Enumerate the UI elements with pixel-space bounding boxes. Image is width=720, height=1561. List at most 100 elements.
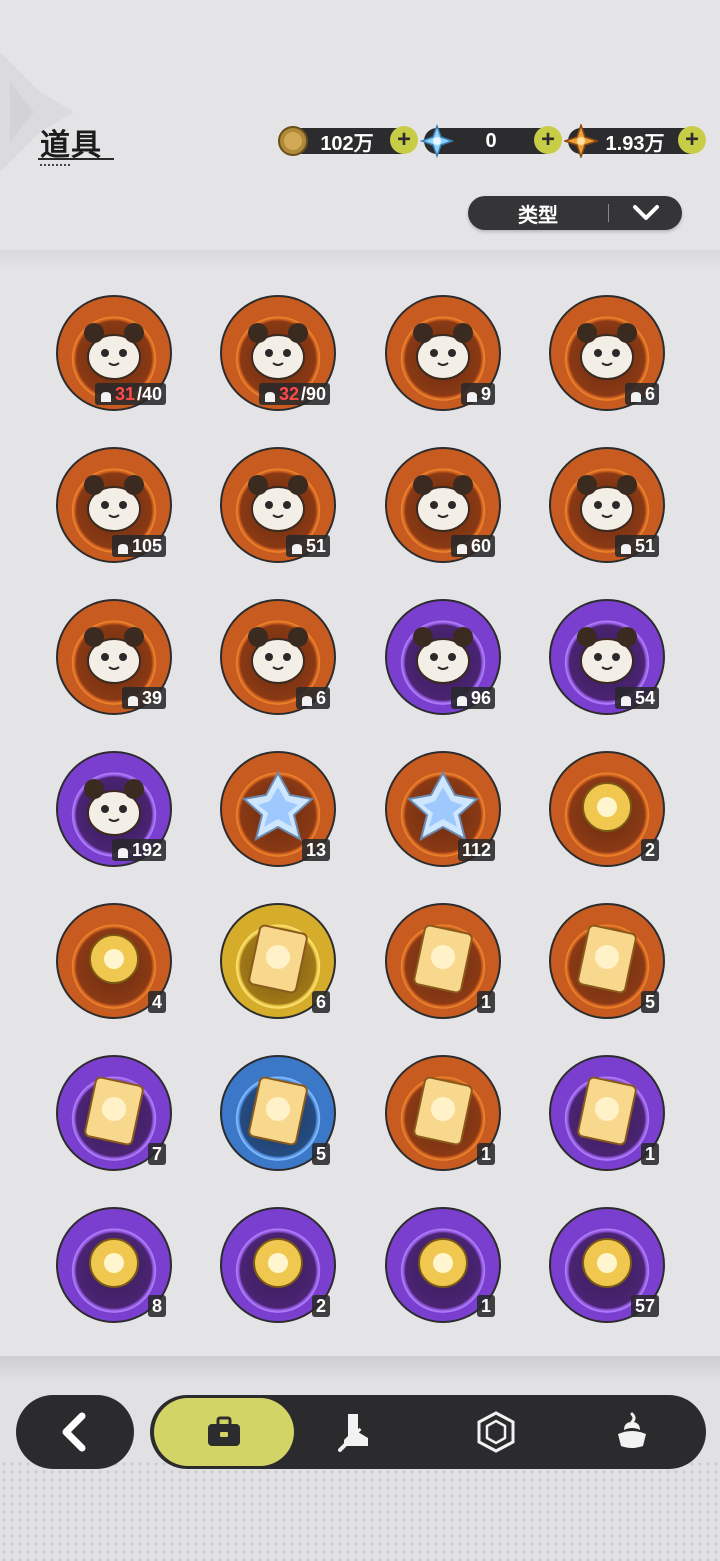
item-slot[interactable]: 5 bbox=[549, 903, 665, 1019]
item-count: 1 bbox=[640, 1143, 659, 1165]
scroll-icon bbox=[405, 1225, 481, 1301]
item-count-value: 6 bbox=[315, 992, 326, 1012]
fragment-icon bbox=[116, 843, 130, 858]
item-slot[interactable]: 8 bbox=[56, 1207, 172, 1323]
item-count-value: 60 bbox=[470, 536, 491, 556]
item-slot[interactable]: 1 bbox=[385, 1207, 501, 1323]
tab-bag[interactable] bbox=[154, 1398, 294, 1466]
item-slot[interactable]: 57 bbox=[549, 1207, 665, 1323]
item-slot[interactable]: 60 bbox=[385, 447, 501, 563]
fragment-icon bbox=[455, 691, 469, 706]
item-count-value: 4 bbox=[151, 992, 162, 1012]
orange-card-icon bbox=[569, 921, 645, 997]
mystery-plush-gold-icon bbox=[240, 313, 316, 389]
item-slot[interactable]: 2 bbox=[549, 751, 665, 867]
item-count-need: /90 bbox=[300, 384, 326, 404]
item-count: 5 bbox=[640, 991, 659, 1013]
item-slot[interactable]: 96 bbox=[385, 599, 501, 715]
brown-bear-plush-icon bbox=[76, 465, 152, 541]
gold-paw-charm-icon bbox=[76, 921, 152, 997]
golden-card-icon bbox=[240, 921, 316, 997]
fragment-icon bbox=[465, 387, 479, 402]
item-count: 39 bbox=[121, 687, 166, 709]
item-count: 6 bbox=[295, 687, 330, 709]
fragment-icon bbox=[300, 691, 314, 706]
item-slot[interactable]: 1 bbox=[385, 1055, 501, 1171]
fragment-icon bbox=[619, 539, 633, 554]
white-bunny-plush-icon bbox=[569, 465, 645, 541]
item-count-value: 1 bbox=[480, 1296, 491, 1316]
item-slot[interactable]: 9 bbox=[385, 295, 501, 411]
red-paw-charm-icon bbox=[569, 769, 645, 845]
fragment-icon bbox=[263, 387, 277, 402]
item-count-value: 13 bbox=[305, 840, 326, 860]
item-slot[interactable]: 5 bbox=[220, 1055, 336, 1171]
item-slot[interactable]: 32/90 bbox=[220, 295, 336, 411]
item-count: 105 bbox=[111, 535, 166, 557]
item-grid: 31/40 32/90 9 6 105 51 60 51 39 6 96 54 192 13 112 2 4 6 1… bbox=[0, 0, 720, 1360]
back-arrow-icon bbox=[62, 1412, 86, 1452]
item-slot[interactable]: 6 bbox=[549, 295, 665, 411]
item-count: 4 bbox=[147, 991, 166, 1013]
item-slot[interactable]: 105 bbox=[56, 447, 172, 563]
item-count-value: 51 bbox=[305, 536, 326, 556]
item-slot[interactable]: 6 bbox=[220, 903, 336, 1019]
fragment-icon bbox=[116, 539, 130, 554]
item-slot[interactable]: 54 bbox=[549, 599, 665, 715]
item-slot[interactable]: 6 bbox=[220, 599, 336, 715]
item-slot[interactable]: 39 bbox=[56, 599, 172, 715]
item-count-value: 51 bbox=[634, 536, 655, 556]
item-slot[interactable]: 51 bbox=[220, 447, 336, 563]
item-count: 7 bbox=[147, 1143, 166, 1165]
item-slot[interactable]: 31/40 bbox=[56, 295, 172, 411]
item-slot[interactable]: 1 bbox=[385, 903, 501, 1019]
item-count-value: 1 bbox=[480, 992, 491, 1012]
tab-equipment[interactable] bbox=[320, 1398, 392, 1466]
item-slot[interactable]: 51 bbox=[549, 447, 665, 563]
item-slot[interactable]: 4 bbox=[56, 903, 172, 1019]
tab-gems[interactable] bbox=[460, 1398, 532, 1466]
purple-card-icon bbox=[76, 1073, 152, 1149]
item-count-value: 2 bbox=[644, 840, 655, 860]
item-count-have: 31 bbox=[114, 384, 135, 404]
mystery-plush-orange-icon bbox=[76, 313, 152, 389]
item-count: 1 bbox=[476, 1295, 495, 1317]
spiral-book-icon bbox=[405, 1073, 481, 1149]
item-count: 6 bbox=[311, 991, 330, 1013]
item-count-value: 5 bbox=[644, 992, 655, 1012]
item-count: 9 bbox=[460, 383, 495, 405]
knight-plush-icon bbox=[240, 465, 316, 541]
item-count-need: /40 bbox=[136, 384, 162, 404]
item-count: 1 bbox=[476, 991, 495, 1013]
item-slot[interactable]: 7 bbox=[56, 1055, 172, 1171]
item-slot[interactable]: 2 bbox=[220, 1207, 336, 1323]
item-count-value: 112 bbox=[461, 840, 491, 860]
item-slot[interactable]: 1 bbox=[549, 1055, 665, 1171]
item-count: 112 bbox=[457, 839, 495, 861]
tab-dessert[interactable] bbox=[596, 1398, 668, 1466]
item-count-value: 6 bbox=[644, 384, 655, 404]
pink-apple-icon bbox=[569, 1225, 645, 1301]
blue-crystal-icon bbox=[405, 769, 481, 845]
blue-card-icon bbox=[240, 1073, 316, 1149]
item-count: 2 bbox=[311, 1295, 330, 1317]
item-count: 54 bbox=[614, 687, 659, 709]
item-count: 51 bbox=[285, 535, 330, 557]
gift-box-icon bbox=[569, 1073, 645, 1149]
leaf-plush-icon bbox=[405, 617, 481, 693]
item-count-value: 54 bbox=[634, 688, 655, 708]
item-count-value: 1 bbox=[480, 1144, 491, 1164]
item-slot[interactable]: 192 bbox=[56, 751, 172, 867]
item-slot[interactable]: 13 bbox=[220, 751, 336, 867]
pink-crystal-icon bbox=[240, 769, 316, 845]
item-count: 13 bbox=[301, 839, 330, 861]
item-slot[interactable]: 112 bbox=[385, 751, 501, 867]
back-button[interactable] bbox=[16, 1395, 134, 1469]
item-count: 6 bbox=[624, 383, 659, 405]
bag-icon bbox=[208, 1416, 240, 1446]
gold-pouch-icon bbox=[76, 1225, 152, 1301]
item-count: 96 bbox=[450, 687, 495, 709]
item-count: 60 bbox=[450, 535, 495, 557]
item-count-value: 105 bbox=[131, 536, 162, 556]
fragment-icon bbox=[126, 691, 140, 706]
